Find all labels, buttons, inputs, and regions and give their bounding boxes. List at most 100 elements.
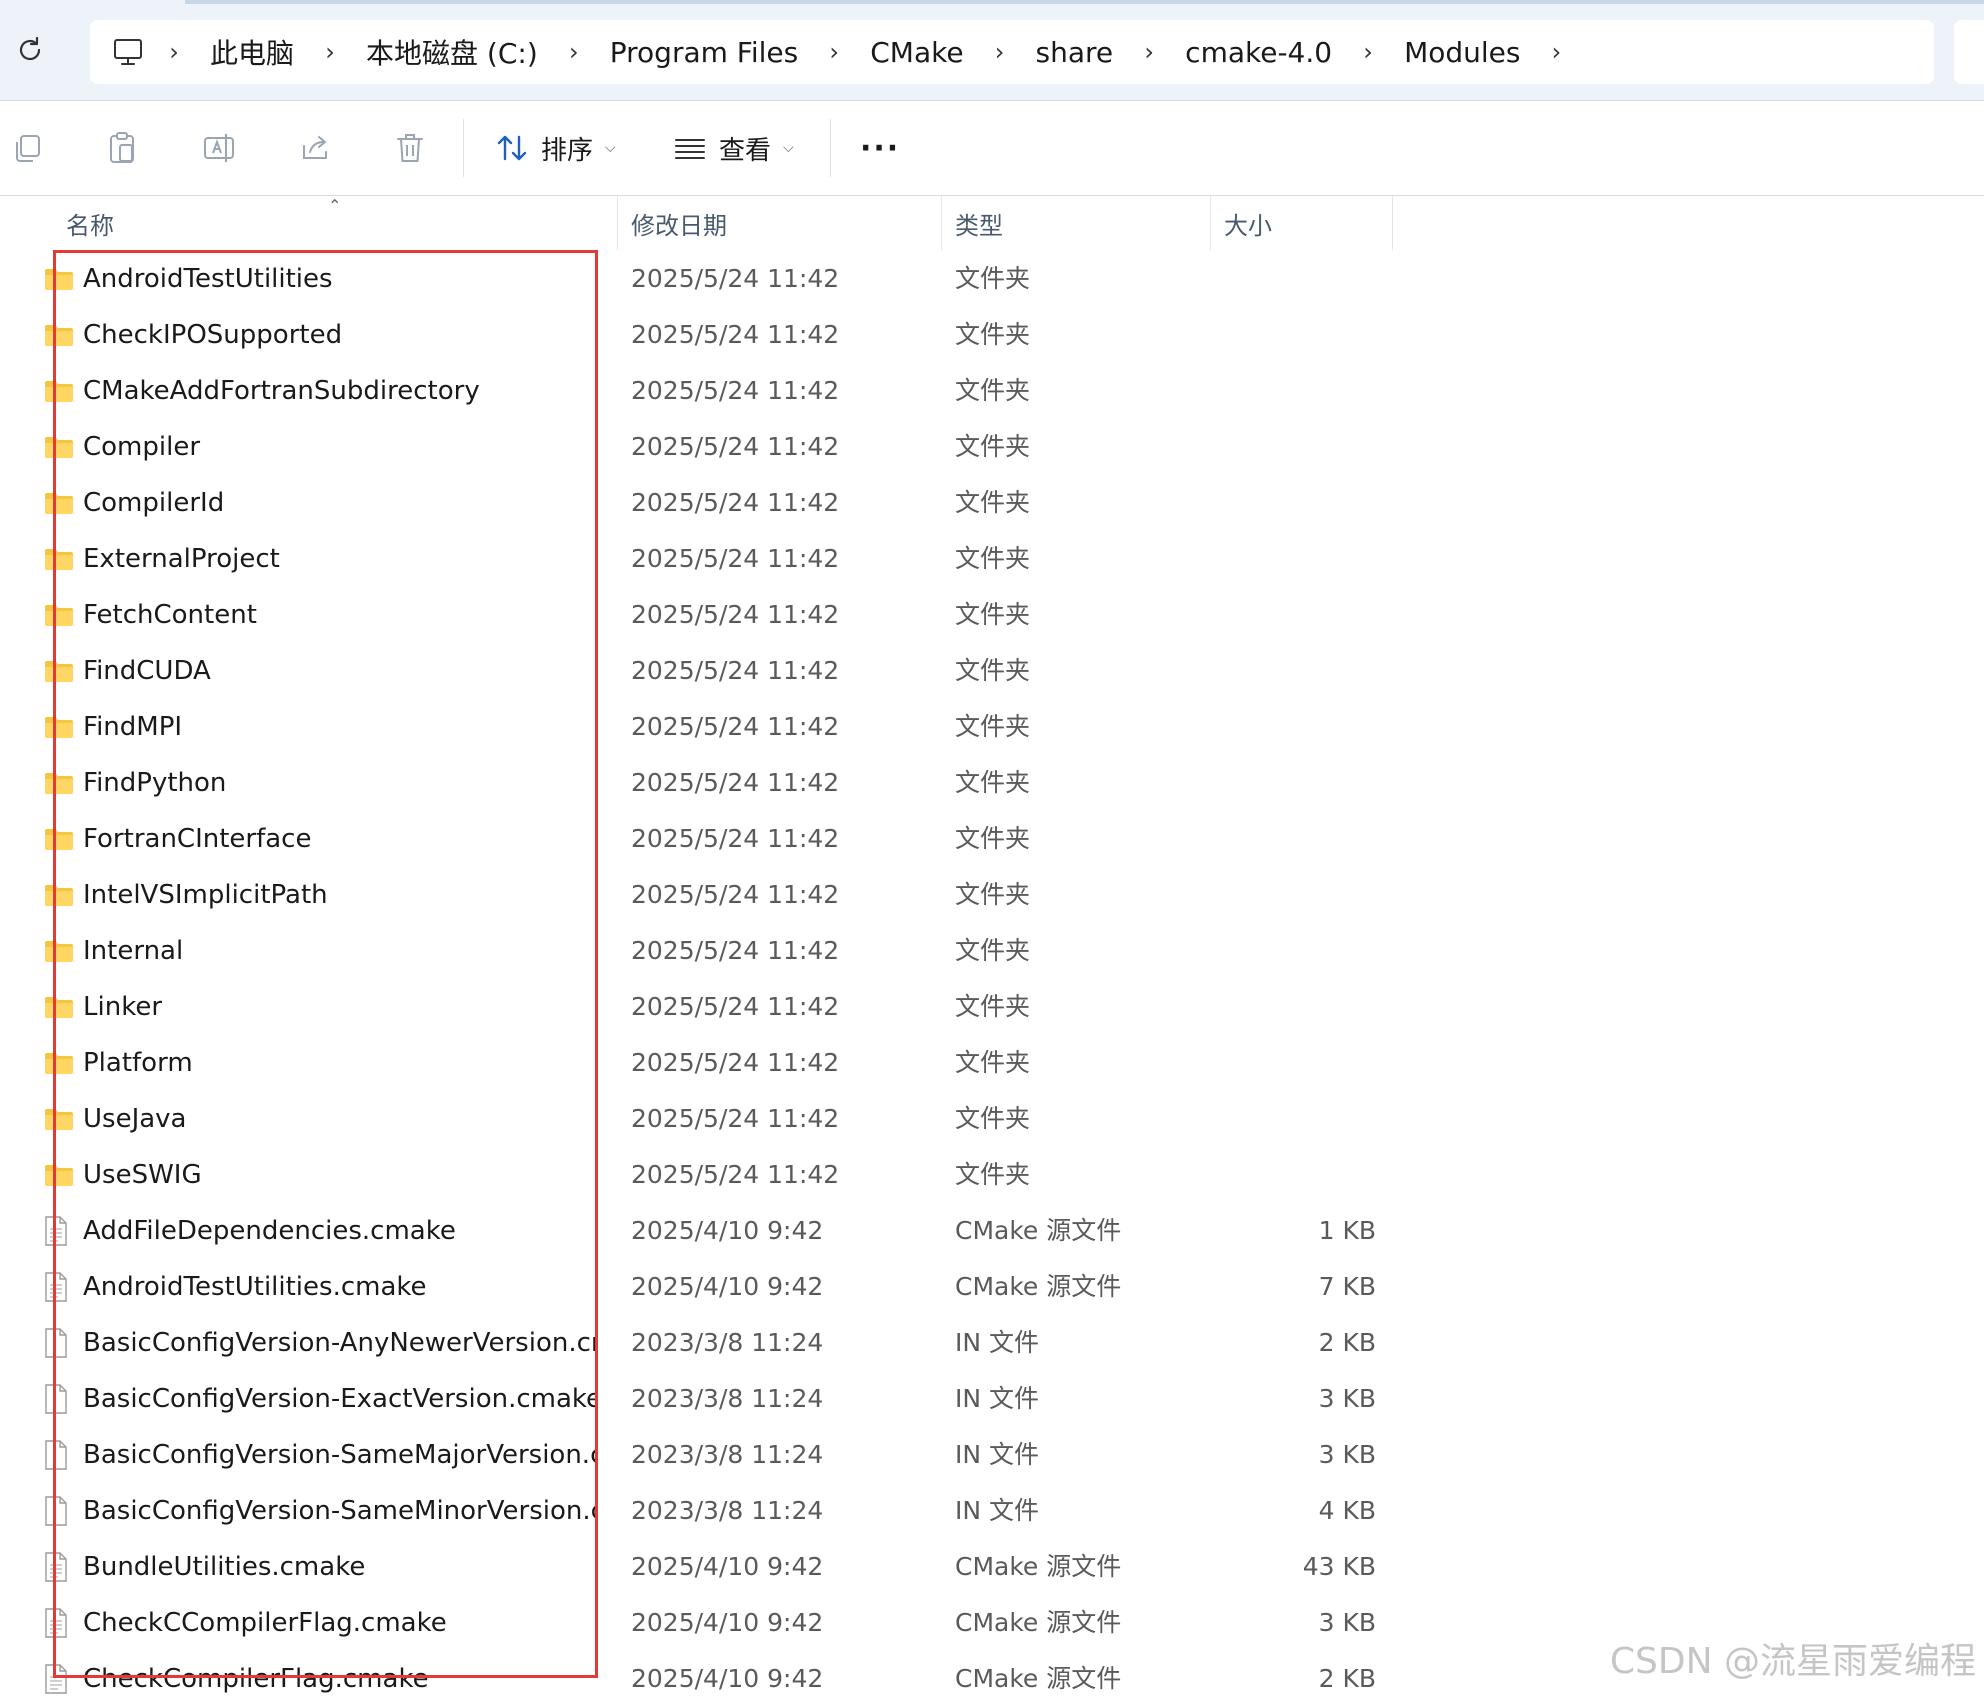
file-row[interactable]: ExternalProject 2025/5/24 11:42 文件夹 — [0, 531, 1984, 587]
file-name: CompilerId — [83, 488, 225, 518]
address-bar-area: › 此电脑 › 本地磁盘 (C:) › Program Files › CMak… — [0, 0, 1984, 101]
folder-icon — [44, 547, 74, 571]
file-type: 文件夹 — [955, 1160, 1031, 1189]
refresh-button[interactable] — [12, 32, 48, 68]
column-divider[interactable] — [941, 196, 942, 250]
file-name: Internal — [83, 936, 184, 966]
file-row[interactable]: Internal 2025/5/24 11:42 文件夹 — [0, 923, 1984, 979]
chevron-right-icon[interactable]: › — [148, 38, 200, 66]
column-name-header[interactable]: 名称 — [66, 196, 114, 250]
file-row[interactable]: BasicConfigVersion-SameMajorVersion.cma.… — [0, 1427, 1984, 1483]
chevron-right-icon[interactable]: › — [808, 38, 860, 66]
search-box-edge[interactable] — [1954, 20, 1984, 84]
file-row[interactable]: AndroidTestUtilities.cmake 2025/4/10 9:42… — [0, 1259, 1984, 1315]
paste-button[interactable] — [106, 123, 138, 173]
breadcrumb-cmake-4-0[interactable]: cmake-4.0 — [1175, 36, 1342, 69]
file-row[interactable]: AddFileDependencies.cmake 2025/4/10 9:42 C… — [0, 1203, 1984, 1259]
file-row[interactable]: UseSWIG 2025/5/24 11:42 文件夹 — [0, 1147, 1984, 1203]
file-name: CheckIPOSupported — [83, 320, 343, 350]
file-name: BundleUtilities.cmake — [83, 1552, 366, 1582]
file-row[interactable]: BundleUtilities.cmake 2025/4/10 9:42 CMake… — [0, 1539, 1984, 1595]
chevron-right-icon[interactable]: › — [548, 38, 600, 66]
chevron-right-icon[interactable]: › — [1123, 38, 1175, 66]
file-type: 文件夹 — [955, 320, 1031, 349]
file-row[interactable]: UseJava 2025/5/24 11:42 文件夹 — [0, 1091, 1984, 1147]
modified-date: 2025/5/24 11:42 — [631, 656, 840, 685]
file-row[interactable]: FindCUDA 2025/5/24 11:42 文件夹 — [0, 643, 1984, 699]
chevron-right-icon[interactable]: › — [1530, 38, 1582, 66]
breadcrumb-modules[interactable]: Modules — [1394, 36, 1530, 69]
file-row[interactable]: CMakeAddFortranSubdirectory 2025/5/24 11:… — [0, 363, 1984, 419]
file-type: 文件夹 — [955, 432, 1031, 461]
file-row[interactable]: FetchContent 2025/5/24 11:42 文件夹 — [0, 587, 1984, 643]
rename-button[interactable] — [202, 123, 236, 173]
file-row[interactable]: FindMPI 2025/5/24 11:42 文件夹 — [0, 699, 1984, 755]
breadcrumb[interactable]: › 此电脑 › 本地磁盘 (C:) › Program Files › CMak… — [90, 20, 1934, 84]
share-button[interactable] — [298, 123, 332, 173]
file-row[interactable]: BasicConfigVersion-SameMinorVersion.cma.… — [0, 1483, 1984, 1539]
file-size — [1220, 979, 1376, 1035]
modified-date: 2025/5/24 11:42 — [631, 432, 840, 461]
file-type: 文件夹 — [955, 1048, 1031, 1077]
column-divider[interactable] — [1210, 196, 1211, 250]
file-row[interactable]: Platform 2025/5/24 11:42 文件夹 — [0, 1035, 1984, 1091]
file-row[interactable]: IntelVSImplicitPath 2025/5/24 11:42 文件夹 — [0, 867, 1984, 923]
file-type: 文件夹 — [955, 768, 1031, 797]
file-size — [1220, 811, 1376, 867]
file-row[interactable]: Linker 2025/5/24 11:42 文件夹 — [0, 979, 1984, 1035]
title-accent-strip — [185, 0, 1984, 4]
view-button[interactable]: 查看 ⌵ — [673, 123, 794, 173]
file-row[interactable]: FortranCInterface 2025/5/24 11:42 文件夹 — [0, 811, 1984, 867]
file-row[interactable]: BasicConfigVersion-AnyNewerVersion.cmak.… — [0, 1315, 1984, 1371]
file-size: 2 KB — [1318, 1328, 1376, 1357]
breadcrumb-share[interactable]: share — [1026, 36, 1124, 69]
blank-document-icon — [44, 1328, 74, 1358]
column-divider[interactable] — [617, 196, 618, 250]
chevron-right-icon[interactable]: › — [974, 38, 1026, 66]
more-options-button[interactable]: ··· — [860, 123, 900, 173]
folder-icon — [44, 603, 74, 627]
column-date-header[interactable]: 修改日期 — [631, 196, 727, 250]
file-row[interactable]: CheckIPOSupported 2025/5/24 11:42 文件夹 — [0, 307, 1984, 363]
file-size — [1220, 1035, 1376, 1091]
chevron-right-icon[interactable]: › — [1342, 38, 1394, 66]
modified-date: 2025/4/10 9:42 — [631, 1552, 824, 1581]
file-type: CMake 源文件 — [955, 1272, 1122, 1301]
folder-icon — [44, 435, 74, 459]
delete-button[interactable] — [394, 123, 426, 173]
column-type-header[interactable]: 类型 — [955, 196, 1003, 250]
toolbar-divider — [463, 119, 464, 177]
sort-button[interactable]: 排序 ⌵ — [495, 123, 616, 173]
column-divider[interactable] — [1392, 196, 1393, 250]
chevron-right-icon[interactable]: › — [304, 38, 356, 66]
file-name: CMakeAddFortranSubdirectory — [83, 376, 480, 406]
file-size — [1220, 1147, 1376, 1203]
file-name: FindCUDA — [83, 656, 211, 686]
computer-icon[interactable] — [112, 34, 148, 70]
breadcrumb-cmake[interactable]: CMake — [860, 36, 973, 69]
file-size: 3 KB — [1318, 1384, 1376, 1413]
breadcrumb-this-pc[interactable]: 此电脑 — [200, 32, 304, 72]
file-name: AndroidTestUtilities — [83, 264, 333, 294]
file-row[interactable]: FindPython 2025/5/24 11:42 文件夹 — [0, 755, 1984, 811]
breadcrumb-local-disk[interactable]: 本地磁盘 (C:) — [356, 32, 548, 72]
blank-document-icon — [44, 1440, 74, 1470]
file-type: CMake 源文件 — [955, 1608, 1122, 1637]
breadcrumb-program-files[interactable]: Program Files — [600, 36, 808, 69]
view-label: 查看 — [719, 135, 772, 166]
modified-date: 2025/5/24 11:42 — [631, 1104, 840, 1133]
copy-button[interactable] — [12, 123, 44, 173]
modified-date: 2025/4/10 9:42 — [631, 1664, 824, 1693]
file-name: FetchContent — [83, 600, 257, 630]
modified-date: 2025/5/24 11:42 — [631, 600, 840, 629]
file-row[interactable]: BasicConfigVersion-ExactVersion.cmake.in… — [0, 1371, 1984, 1427]
file-row[interactable]: Compiler 2025/5/24 11:42 文件夹 — [0, 419, 1984, 475]
folder-icon — [44, 1107, 74, 1131]
file-row[interactable]: AndroidTestUtilities 2025/5/24 11:42 文件夹 — [0, 251, 1984, 307]
file-name: IntelVSImplicitPath — [83, 880, 328, 910]
column-size-header[interactable]: 大小 — [1224, 196, 1272, 250]
file-name: AddFileDependencies.cmake — [83, 1216, 456, 1246]
file-size — [1220, 923, 1376, 979]
blank-document-icon — [44, 1384, 74, 1414]
file-row[interactable]: CompilerId 2025/5/24 11:42 文件夹 — [0, 475, 1984, 531]
